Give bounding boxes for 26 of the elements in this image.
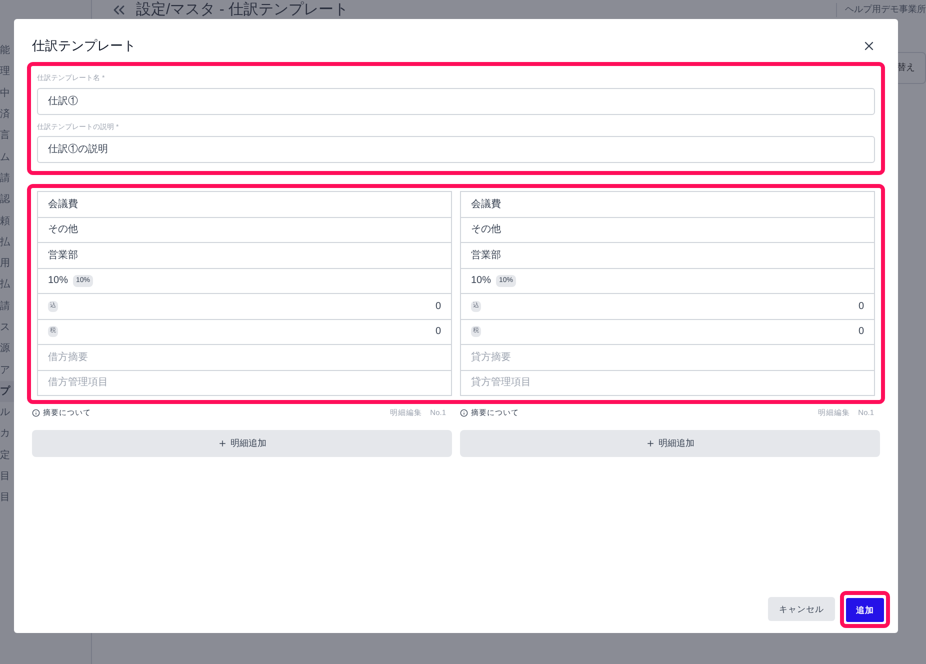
company-name: ヘルプ用デモ事業所 [836, 3, 926, 17]
close-icon[interactable] [862, 39, 876, 53]
amount-value: 0 [435, 300, 441, 314]
amount-value: 0 [858, 325, 864, 340]
tax-rate: 10% [471, 274, 492, 288]
tax-rate: 10% [48, 274, 68, 288]
cell-field[interactable]: その他 [460, 216, 875, 243]
amount-value: 0 [858, 300, 864, 314]
cell-field[interactable]: 会議費 [37, 191, 452, 218]
cell-field[interactable]: 営業部 [37, 242, 452, 268]
cancel-button[interactable]: キャンセル [768, 597, 835, 622]
add-row-button[interactable]: 明細追加 [460, 430, 880, 457]
submit-button[interactable]: 追加 [846, 598, 884, 622]
info-icon [32, 409, 40, 417]
cell-field[interactable]: その他 [37, 216, 452, 243]
cell-field[interactable]: 会議費 [460, 191, 875, 218]
page-title: 設定/マスタ - 仕訳テンプレート [136, 0, 348, 20]
cell-field[interactable]: 営業部 [460, 242, 875, 268]
add-row-button[interactable]: 明細追加 [32, 430, 452, 457]
plus-icon [646, 439, 654, 448]
plus-icon [218, 439, 226, 448]
amount-value: 0 [435, 325, 441, 340]
text-field[interactable]: 仕訳① [37, 88, 875, 114]
info-icon [460, 409, 468, 417]
text-field[interactable]: 仕訳①の説明 [37, 136, 875, 163]
dialog-title: 仕訳テンプレート [32, 37, 136, 56]
